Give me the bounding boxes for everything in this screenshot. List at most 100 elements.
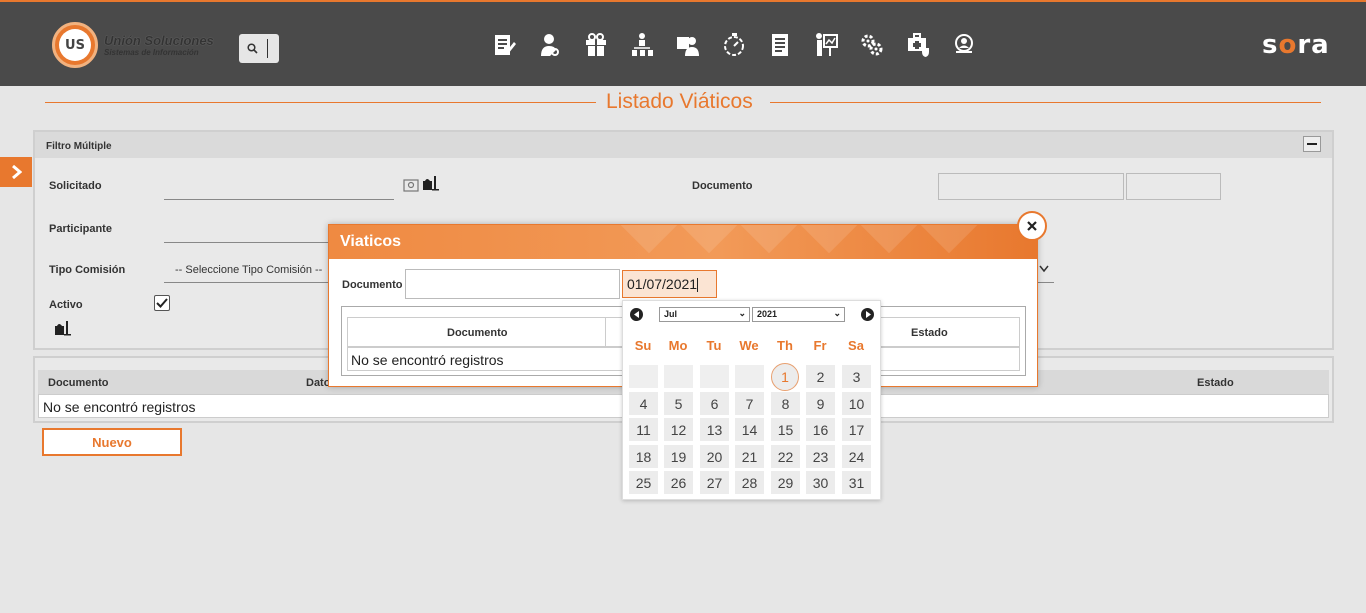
empty-day-cell xyxy=(700,365,729,388)
grid-col-documento[interactable]: Documento xyxy=(48,377,109,389)
calendar-day[interactable]: 28 xyxy=(735,471,764,494)
search-icon xyxy=(247,43,258,54)
dialog-header: Viaticos xyxy=(329,225,1037,259)
tipo-comision-label: Tipo Comisión xyxy=(49,264,126,276)
calendar-day[interactable]: 29 xyxy=(771,471,800,494)
month-value: Jul xyxy=(664,309,678,319)
calendar-day[interactable]: 17 xyxy=(842,418,871,441)
calendar-day[interactable]: 6 xyxy=(700,392,729,415)
calendar-day[interactable]: 19 xyxy=(664,445,693,468)
calendar-day[interactable]: 30 xyxy=(806,471,835,494)
new-button[interactable]: Nuevo xyxy=(42,428,182,456)
month-select[interactable]: Jul ⌄ xyxy=(659,307,750,322)
user-group-search-icon xyxy=(955,34,973,53)
search-button[interactable] xyxy=(239,34,279,63)
collapse-button[interactable] xyxy=(1303,136,1321,152)
calendar-day[interactable]: 8 xyxy=(771,392,800,415)
dialog-documento-input[interactable] xyxy=(405,269,620,299)
text-cursor xyxy=(697,278,699,293)
document-list-icon xyxy=(772,34,788,56)
logo-mark-text: US xyxy=(59,29,91,61)
brand-prefix: s xyxy=(1262,30,1279,60)
gears-icon xyxy=(861,34,883,56)
dialog-documento-label: Documento xyxy=(342,279,403,291)
calendar-day[interactable]: 9 xyxy=(806,392,835,415)
grid-col-dato[interactable]: Dato xyxy=(306,377,330,389)
documento-field-2[interactable] xyxy=(1126,173,1221,200)
next-month-button[interactable] xyxy=(861,308,874,321)
calendar-day[interactable]: 31 xyxy=(842,471,871,494)
close-icon xyxy=(1027,221,1037,231)
nav-edit-doc[interactable] xyxy=(492,30,538,60)
title-divider-right xyxy=(770,102,1321,103)
calendar-day[interactable]: 16 xyxy=(806,418,835,441)
grid-col-estado[interactable]: Estado xyxy=(1197,377,1234,389)
calendar-day[interactable]: 15 xyxy=(771,418,800,441)
title-divider-left xyxy=(45,102,596,103)
nav-document-list[interactable] xyxy=(768,30,814,60)
year-select[interactable]: 2021 ⌄ xyxy=(752,307,845,322)
dialog-col-documento[interactable]: Documento xyxy=(447,327,508,339)
calendar-day[interactable]: 20 xyxy=(700,445,729,468)
calendar-day[interactable]: 10 xyxy=(842,392,871,415)
chevron-right-icon xyxy=(12,165,22,179)
calendar-day[interactable]: 27 xyxy=(700,471,729,494)
calendar-day[interactable]: 14 xyxy=(735,418,764,441)
datepicker: Jul ⌄ 2021 ⌄ Su Mo Tu We Th Fr Sa 1 2 3 4 5 6 7 8 9 10 11 12… xyxy=(622,300,881,500)
clear-filter-icon[interactable] xyxy=(54,320,72,336)
calendar-day[interactable]: 21 xyxy=(735,445,764,468)
documento-field-1[interactable] xyxy=(938,173,1124,200)
search-list-icon[interactable] xyxy=(403,178,420,192)
calendar-day[interactable]: 25 xyxy=(629,471,658,494)
activo-label: Activo xyxy=(49,299,83,311)
prev-month-button[interactable] xyxy=(630,308,643,321)
calendar-day[interactable]: 23 xyxy=(806,445,835,468)
calendar-day[interactable]: 2 xyxy=(806,365,835,388)
documento-label: Documento xyxy=(692,180,753,192)
presentation-icon xyxy=(816,33,838,56)
arrow-left-icon xyxy=(633,311,639,318)
close-dialog-button[interactable] xyxy=(1017,211,1047,241)
nav-user-card[interactable] xyxy=(676,30,722,60)
logo-mark: US xyxy=(52,22,98,68)
calendar-day[interactable]: 26 xyxy=(664,471,693,494)
broom-icon[interactable] xyxy=(422,175,440,191)
nav-timer[interactable] xyxy=(722,30,768,60)
calendar-day[interactable]: 22 xyxy=(771,445,800,468)
medical-case-icon xyxy=(908,33,929,57)
calendar-day[interactable]: 12 xyxy=(664,418,693,441)
nav-medical-case[interactable] xyxy=(906,30,952,60)
calendar-day[interactable]: 5 xyxy=(664,392,693,415)
solicitado-label: Solicitado xyxy=(49,180,102,192)
calendar-day[interactable]: 13 xyxy=(700,418,729,441)
calendar-day[interactable]: 18 xyxy=(629,445,658,468)
nav-hierarchy[interactable] xyxy=(630,30,676,60)
nav-user-search[interactable] xyxy=(538,30,584,60)
user-card-icon xyxy=(677,37,699,56)
edit-doc-icon xyxy=(495,35,516,55)
calendar-day[interactable]: 24 xyxy=(842,445,871,468)
activo-checkbox[interactable] xyxy=(154,295,170,311)
calendar-day[interactable]: 11 xyxy=(629,418,658,441)
nav-user-group-search[interactable] xyxy=(952,30,998,60)
nav-gift[interactable] xyxy=(584,30,630,60)
dialog-col-estado[interactable]: Estado xyxy=(911,327,948,339)
calendar-day[interactable]: 3 xyxy=(842,365,871,388)
calendar-day[interactable]: 4 xyxy=(629,392,658,415)
dialog-date-input[interactable]: 01/07/2021 xyxy=(622,270,717,298)
calendar-day[interactable]: 1 xyxy=(771,363,799,391)
company-logo[interactable]: US Unión Soluciones Sistemas de Informac… xyxy=(52,22,214,68)
solicitado-field[interactable] xyxy=(164,174,394,200)
year-value: 2021 xyxy=(757,309,778,319)
user-search-icon xyxy=(541,34,559,56)
weekday-header: Mo xyxy=(668,338,688,353)
logo-text: Unión Soluciones Sistemas de Información xyxy=(104,33,214,57)
weekday-header: Th xyxy=(777,338,793,353)
sidebar-toggle-button[interactable] xyxy=(0,157,32,187)
nav-gears[interactable] xyxy=(860,30,906,60)
header-pattern xyxy=(800,225,858,254)
calendar-day[interactable]: 7 xyxy=(735,392,764,415)
tipo-comision-value: -- Seleccione Tipo Comisión -- xyxy=(175,264,323,276)
hierarchy-icon xyxy=(632,33,653,56)
nav-presentation[interactable] xyxy=(814,30,860,60)
